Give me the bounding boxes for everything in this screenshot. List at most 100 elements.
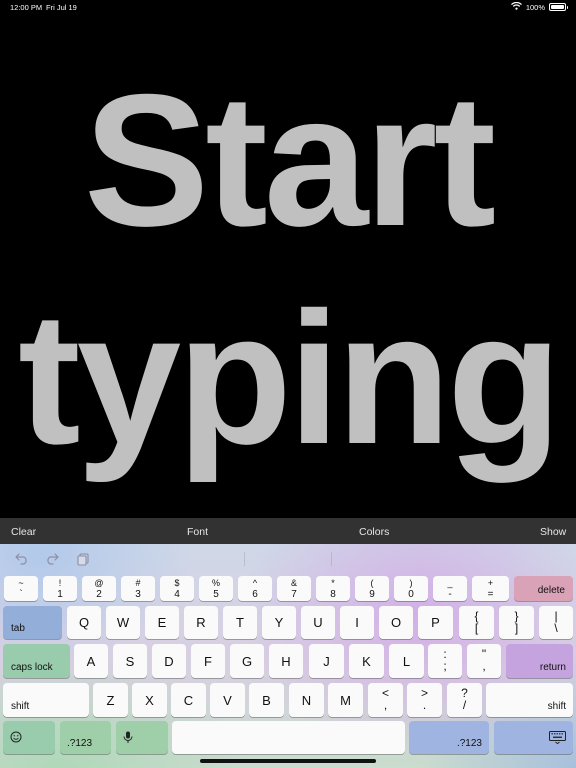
key-8[interactable]: * 8 bbox=[316, 576, 350, 601]
key-grave-shift: ~ bbox=[18, 578, 24, 588]
key-0[interactable]: ) 0 bbox=[394, 576, 428, 601]
delete-key[interactable]: delete bbox=[514, 576, 573, 601]
key-2[interactable]: @ 2 bbox=[82, 576, 116, 601]
left-numbers-key-label: .?123 bbox=[67, 738, 93, 749]
key-3-char: 3 bbox=[135, 589, 141, 600]
key-r[interactable]: R bbox=[184, 606, 218, 639]
text-canvas[interactable]: Start typing bbox=[0, 16, 576, 518]
key-3-shift: # bbox=[135, 578, 141, 588]
caps-lock-key-label: caps lock bbox=[11, 662, 53, 673]
key-u[interactable]: U bbox=[301, 606, 335, 639]
font-button[interactable]: Font bbox=[187, 526, 208, 538]
key-g[interactable]: G bbox=[230, 644, 264, 678]
key-j[interactable]: J bbox=[309, 644, 344, 678]
key-6[interactable]: ^ 6 bbox=[238, 576, 272, 601]
emoji-key[interactable] bbox=[3, 721, 55, 754]
key-quote-char: , bbox=[482, 659, 486, 673]
key-period[interactable]: > . bbox=[407, 683, 442, 717]
key-p[interactable]: P bbox=[418, 606, 453, 639]
key-backslash[interactable]: | \ bbox=[539, 606, 573, 639]
canvas-text-line-2: typing bbox=[18, 273, 562, 483]
key-g-label: G bbox=[241, 654, 253, 669]
key-n-label: N bbox=[301, 693, 312, 708]
key-grave[interactable]: ~ ` bbox=[4, 576, 38, 601]
left-shift-key[interactable]: shift bbox=[3, 683, 89, 717]
key-z[interactable]: Z bbox=[93, 683, 128, 717]
key-n[interactable]: N bbox=[289, 683, 324, 717]
key-comma[interactable]: < , bbox=[368, 683, 403, 717]
emoji-icon bbox=[10, 730, 22, 748]
key-5[interactable]: % 5 bbox=[199, 576, 233, 601]
undo-icon[interactable] bbox=[14, 551, 30, 567]
key-m-label: M bbox=[340, 693, 351, 708]
key-2-shift: @ bbox=[94, 578, 104, 588]
space-bar[interactable] bbox=[172, 721, 405, 754]
key-7[interactable]: & 7 bbox=[277, 576, 311, 601]
tab-key-label: tab bbox=[11, 623, 25, 634]
key-e[interactable]: E bbox=[145, 606, 179, 639]
key-4[interactable]: $ 4 bbox=[160, 576, 194, 601]
key-8-shift: * bbox=[331, 578, 335, 588]
keyboard: ~ ` ! 1 @ 2 # 3 $ 4 % 5 ^ 6 & 7 * 8 ( 9 … bbox=[0, 544, 576, 768]
key-c[interactable]: C bbox=[171, 683, 206, 717]
key-a[interactable]: A bbox=[74, 644, 108, 678]
key-k[interactable]: K bbox=[349, 644, 384, 678]
battery-icon bbox=[549, 3, 568, 11]
shortcut-divider bbox=[331, 552, 332, 566]
right-numbers-key[interactable]: .?123 bbox=[409, 721, 489, 754]
key-w[interactable]: W bbox=[106, 606, 140, 639]
key-6-char: 6 bbox=[252, 589, 258, 600]
right-shift-key-label: shift bbox=[547, 701, 566, 712]
key-j-label: J bbox=[323, 654, 330, 669]
key-v[interactable]: V bbox=[210, 683, 245, 717]
key-y[interactable]: Y bbox=[262, 606, 296, 639]
key-minus[interactable]: _ - bbox=[433, 576, 467, 601]
caps-lock-key[interactable]: caps lock bbox=[3, 644, 70, 678]
dictation-key[interactable] bbox=[116, 721, 168, 754]
key-semicolon[interactable]: : ; bbox=[428, 644, 462, 678]
key-slash[interactable]: ? / bbox=[447, 683, 482, 717]
key-semicolon-char: ; bbox=[443, 659, 447, 673]
key-minus-shift: _ bbox=[447, 578, 453, 588]
right-shift-key[interactable]: shift bbox=[486, 683, 573, 717]
key-l[interactable]: L bbox=[389, 644, 424, 678]
left-numbers-key[interactable]: .?123 bbox=[60, 721, 111, 754]
key-m[interactable]: M bbox=[328, 683, 363, 717]
key-q[interactable]: Q bbox=[67, 606, 101, 639]
canvas-text-line-1: Start bbox=[83, 55, 496, 265]
key-1-char: 1 bbox=[57, 589, 63, 600]
key-5-char: 5 bbox=[213, 589, 219, 600]
key-o[interactable]: O bbox=[379, 606, 413, 639]
key-6-shift: ^ bbox=[252, 578, 258, 588]
key-1[interactable]: ! 1 bbox=[43, 576, 77, 601]
clear-button[interactable]: Clear bbox=[11, 526, 36, 538]
key-minus-char: - bbox=[448, 589, 452, 600]
key-s[interactable]: S bbox=[113, 644, 147, 678]
key-9[interactable]: ( 9 bbox=[355, 576, 389, 601]
key-x[interactable]: X bbox=[132, 683, 167, 717]
key-i[interactable]: I bbox=[340, 606, 374, 639]
key-bracket-left[interactable]: { [ bbox=[459, 606, 494, 639]
key-3[interactable]: # 3 bbox=[121, 576, 155, 601]
show-button[interactable]: Show bbox=[540, 526, 566, 538]
key-bracket-right-char: ] bbox=[514, 621, 519, 635]
key-w-label: W bbox=[116, 615, 130, 630]
key-f[interactable]: F bbox=[191, 644, 225, 678]
key-equals-char: = bbox=[487, 589, 494, 600]
key-bracket-right[interactable]: } ] bbox=[499, 606, 534, 639]
colors-button[interactable]: Colors bbox=[359, 526, 389, 538]
key-grave-char: ` bbox=[19, 589, 23, 600]
key-l-label: L bbox=[402, 654, 411, 669]
key-h[interactable]: H bbox=[269, 644, 303, 678]
redo-icon[interactable] bbox=[44, 551, 60, 567]
paste-icon[interactable] bbox=[75, 551, 91, 567]
key-equals[interactable]: + = bbox=[472, 576, 509, 601]
dismiss-keyboard-key[interactable] bbox=[494, 721, 573, 754]
tab-key[interactable]: tab bbox=[3, 606, 62, 639]
key-b[interactable]: B bbox=[249, 683, 284, 717]
return-key[interactable]: return bbox=[506, 644, 573, 678]
key-t[interactable]: T bbox=[223, 606, 257, 639]
key-quote[interactable]: " , bbox=[467, 644, 501, 678]
battery-percentage: 100% bbox=[525, 2, 545, 12]
key-d[interactable]: D bbox=[152, 644, 186, 678]
